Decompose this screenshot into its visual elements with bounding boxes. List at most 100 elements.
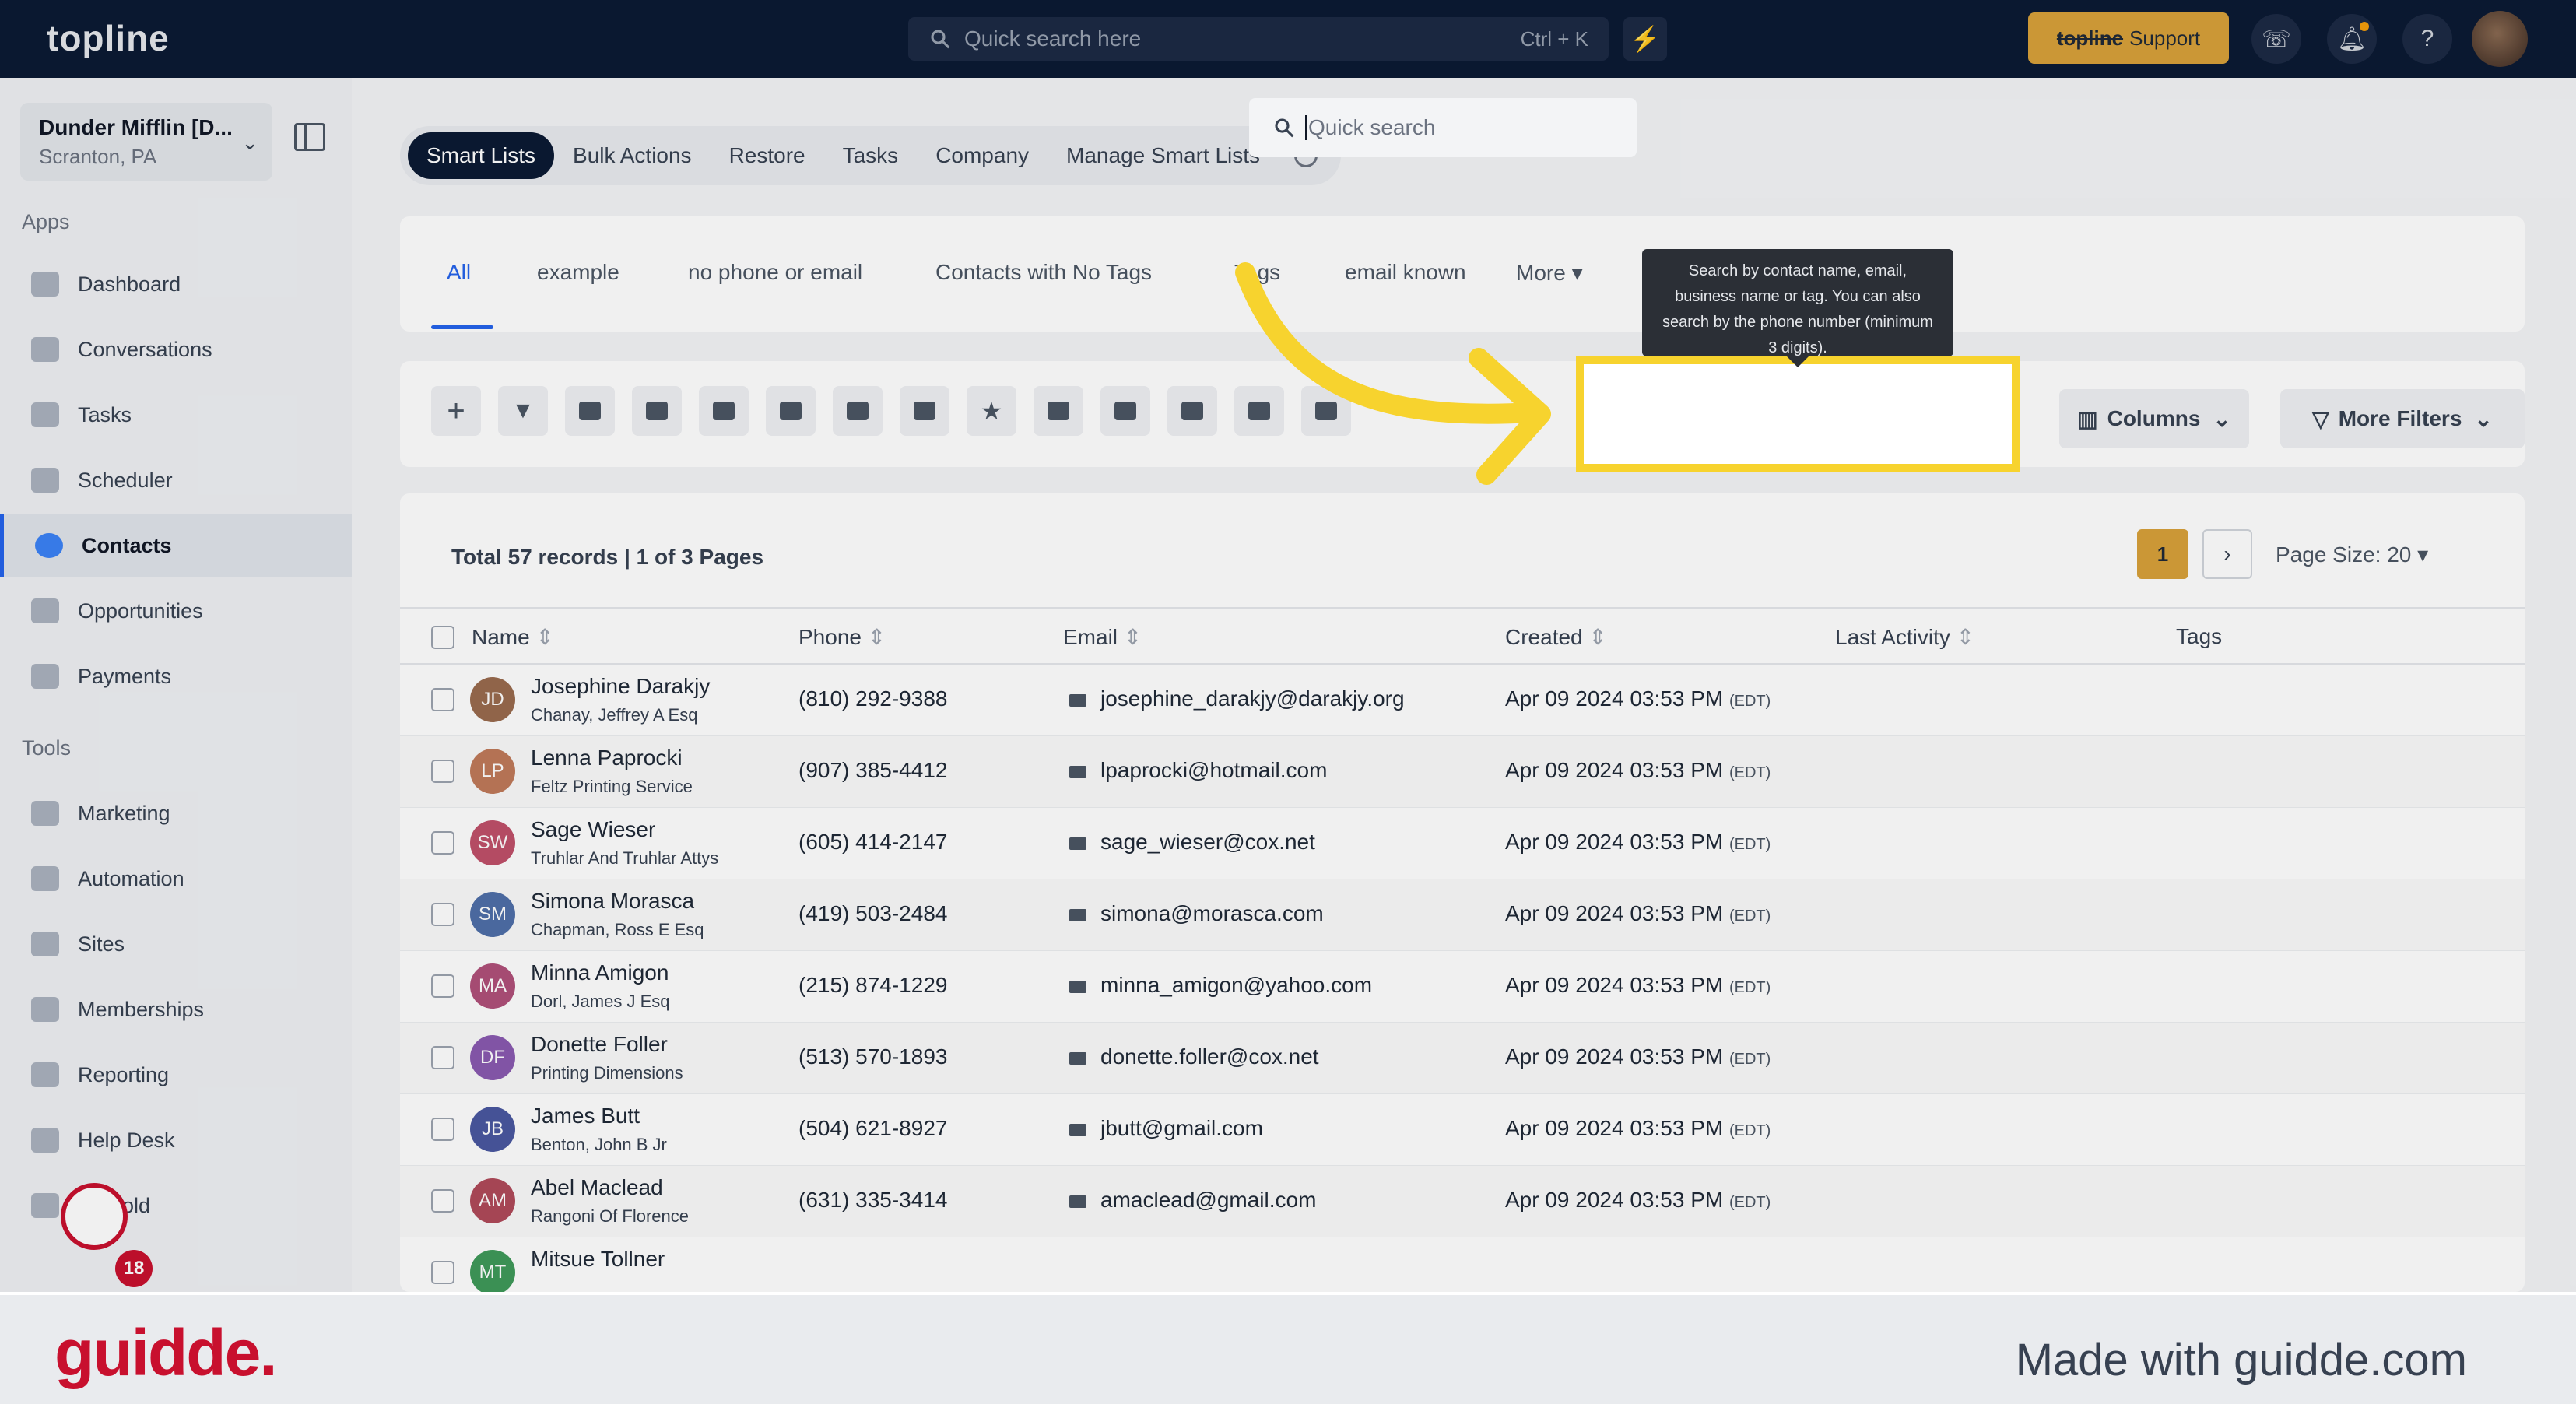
tab-company[interactable]: Company (917, 132, 1048, 179)
table-row[interactable]: JD Josephine Darakjy Chanay, Jeffrey A Esq… (400, 665, 2525, 736)
select-all-checkbox[interactable] (431, 626, 454, 649)
user-avatar[interactable] (2472, 11, 2528, 67)
sidebar-item-marketing[interactable]: Marketing (0, 782, 352, 844)
row-checkbox[interactable] (431, 974, 454, 998)
row-checkbox[interactable] (431, 1118, 454, 1141)
contact-phone[interactable]: (504) 621-8927 (798, 1116, 947, 1141)
sidebar-item-mailfold[interactable]: Mailfold (0, 1174, 352, 1237)
contact-name[interactable]: Minna Amigon (531, 960, 669, 985)
chat-widget-icon[interactable] (61, 1183, 128, 1250)
list-tab-no-phone-or-email[interactable]: no phone or email (688, 260, 862, 285)
sidebar-item-scheduler[interactable]: Scheduler (0, 449, 352, 511)
delete-button[interactable] (900, 386, 949, 436)
table-row[interactable]: JB James Butt Benton, John B Jr (504) 621-8… (400, 1094, 2525, 1166)
row-checkbox[interactable] (431, 760, 454, 783)
page-1-button[interactable]: 1 (2137, 529, 2188, 579)
contact-email[interactable]: josephine_darakjy@darakjy.org (1100, 686, 1405, 711)
sidebar-item-sites[interactable]: Sites (0, 913, 352, 975)
contact-name[interactable]: Donette Foller (531, 1032, 668, 1057)
columns-button[interactable]: ▥ Columns ⌄ (2059, 389, 2249, 448)
sidebar-item-payments[interactable]: Payments (0, 645, 352, 707)
column-header-phone[interactable]: Phone ⇕ (798, 624, 886, 650)
tab-smart-lists[interactable]: Smart Lists (408, 132, 555, 179)
email-button[interactable] (699, 386, 749, 436)
contact-name[interactable]: Simona Morasca (531, 889, 694, 914)
subscribe-button[interactable] (1167, 386, 1217, 436)
sidebar-item-reporting[interactable]: Reporting (0, 1044, 352, 1106)
sidebar-item-automation[interactable]: Automation (0, 848, 352, 910)
row-checkbox[interactable] (431, 688, 454, 711)
column-header-last-activity[interactable]: Last Activity ⇕ (1835, 624, 1974, 650)
add-contact-button[interactable]: + (431, 386, 481, 436)
remove-tag-button[interactable] (833, 386, 883, 436)
table-row[interactable]: MA Minna Amigon Dorl, James J Esq (215) 874… (400, 951, 2525, 1023)
quick-action-button[interactable]: ⚡ (1623, 17, 1667, 61)
page-size-select[interactable]: Page Size: 20 ▾ (2276, 542, 2428, 567)
contact-email[interactable]: lpaprocki@hotmail.com (1100, 758, 1327, 783)
table-row[interactable]: AM Abel Maclead Rangoni Of Florence (631) 3… (400, 1166, 2525, 1237)
contact-phone[interactable]: (513) 570-1893 (798, 1044, 947, 1069)
contact-phone[interactable]: (605) 414-2147 (798, 830, 947, 855)
sidebar-item-conversations[interactable]: Conversations (0, 318, 352, 381)
tab-manage-smart-lists[interactable]: Manage Smart Lists (1048, 132, 1279, 179)
export-button[interactable] (1034, 386, 1083, 436)
contact-phone[interactable]: (215) 874-1229 (798, 973, 947, 998)
table-row[interactable]: LP Lenna Paprocki Feltz Printing Service (9… (400, 736, 2525, 808)
column-header-email[interactable]: Email ⇕ (1063, 624, 1142, 650)
contact-name[interactable]: Abel Maclead (531, 1175, 663, 1200)
row-checkbox[interactable] (431, 903, 454, 926)
contact-email[interactable]: sage_wieser@cox.net (1100, 830, 1315, 855)
row-checkbox[interactable] (431, 831, 454, 855)
contact-email[interactable]: jbutt@gmail.com (1100, 1116, 1263, 1141)
contact-email[interactable]: amaclead@gmail.com (1100, 1188, 1316, 1213)
review-request-button[interactable]: ★ (967, 386, 1016, 436)
contact-email[interactable]: minna_amigon@yahoo.com (1100, 973, 1372, 998)
workflow-button[interactable] (565, 386, 615, 436)
sidebar-item-memberships[interactable]: Memberships (0, 978, 352, 1041)
import-button[interactable] (1100, 386, 1150, 436)
sidebar-collapse-icon[interactable] (294, 123, 325, 151)
sidebar-item-dashboard[interactable]: Dashboard (0, 253, 352, 315)
contacts-quick-search-input[interactable]: Quick search (1249, 98, 1637, 157)
row-checkbox[interactable] (431, 1189, 454, 1213)
table-row[interactable]: SM Simona Morasca Chapman, Ross E Esq (419)… (400, 879, 2525, 951)
phone-button[interactable]: ☏ (2251, 14, 2301, 64)
global-search[interactable]: Quick search here Ctrl + K (908, 17, 1609, 61)
table-row[interactable]: SW Sage Wieser Truhlar And Truhlar Attys (6… (400, 808, 2525, 879)
contact-phone[interactable]: (810) 292-9388 (798, 686, 947, 711)
row-checkbox[interactable] (431, 1046, 454, 1069)
filter-button[interactable]: ▼ (498, 386, 548, 436)
next-page-button[interactable]: › (2202, 529, 2252, 579)
list-tab-no-tags[interactable]: Contacts with No Tags (935, 260, 1152, 285)
list-tab-all[interactable]: All (447, 260, 471, 285)
column-header-created[interactable]: Created ⇕ (1505, 624, 1607, 650)
tab-bulk-actions[interactable]: Bulk Actions (554, 132, 711, 179)
sms-button[interactable] (632, 386, 682, 436)
contact-name[interactable]: Mitsue Tollner (531, 1247, 665, 1272)
tab-restore[interactable]: Restore (711, 132, 824, 179)
help-button[interactable]: ? (2402, 14, 2452, 64)
row-checkbox[interactable] (431, 1261, 454, 1284)
more-filters-button[interactable]: ▽ More Filters ⌄ (2280, 389, 2525, 448)
contact-name[interactable]: Sage Wieser (531, 817, 655, 842)
contact-name[interactable]: Lenna Paprocki (531, 746, 683, 770)
table-row[interactable]: MT Mitsue Tollner (400, 1237, 2525, 1292)
list-tab-example[interactable]: example (537, 260, 619, 285)
tab-tasks[interactable]: Tasks (824, 132, 918, 179)
column-header-name[interactable]: Name ⇕ (472, 624, 554, 650)
sidebar-item-tasks[interactable]: Tasks (0, 384, 352, 446)
table-row[interactable]: DF Donette Foller Printing Dimensions (513)… (400, 1023, 2525, 1094)
org-switcher[interactable]: Dunder Mifflin [D... Scranton, PA ⌄ (20, 103, 272, 181)
notifications-button[interactable]: 🔔︎ (2327, 14, 2377, 64)
app-logo[interactable]: topline (47, 17, 170, 59)
support-button[interactable]: topline Support (2028, 12, 2229, 64)
sidebar-item-contacts[interactable]: Contacts (0, 514, 352, 577)
add-tag-button[interactable] (766, 386, 816, 436)
contact-phone[interactable]: (631) 335-3414 (798, 1188, 947, 1213)
contact-email[interactable]: simona@morasca.com (1100, 901, 1324, 926)
contact-name[interactable]: Josephine Darakjy (531, 674, 710, 699)
sidebar-item-opportunities[interactable]: Opportunities (0, 580, 352, 642)
contact-phone[interactable]: (419) 503-2484 (798, 901, 947, 926)
sidebar-item-help-desk[interactable]: Help Desk (0, 1109, 352, 1171)
contact-name[interactable]: James Butt (531, 1104, 640, 1128)
